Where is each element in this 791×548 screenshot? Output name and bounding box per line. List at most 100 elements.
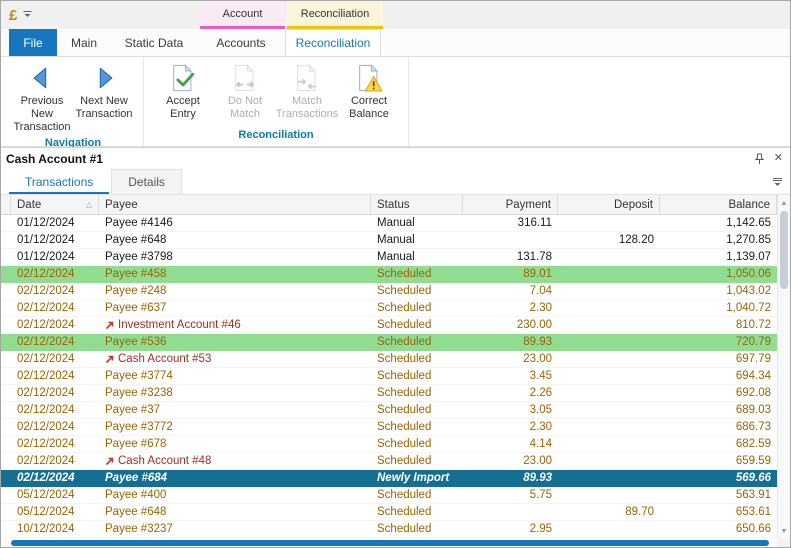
ribbon-button-label: Next New Transaction (75, 95, 133, 121)
cell-payment: 2.95 (529, 523, 552, 535)
horizontal-scrollbar[interactable] (1, 539, 777, 547)
panel-header: Cash Account #1 ✕ (1, 147, 790, 169)
cell-balance: 686.73 (735, 421, 771, 433)
payee-name: Payee #3774 (105, 370, 173, 382)
title-bar: £ Account Reconciliation (1, 1, 790, 29)
cell-payment: 23.00 (523, 353, 552, 365)
cell-deposit (558, 283, 660, 299)
transaction-row[interactable]: 02/12/2024 Payee #458 Scheduled 89.01 1,050.… (1, 266, 777, 283)
cell-deposit (558, 351, 660, 367)
currency-app-icon[interactable]: £ (9, 8, 17, 23)
correct-balance-button[interactable]: Correct Balance (338, 59, 400, 121)
cell-deposit (558, 215, 660, 231)
previous-new-transaction-button[interactable]: Previous New Transaction (11, 59, 73, 135)
accept-entry-button[interactable]: Accept Entry (152, 59, 214, 121)
panel-tab-details[interactable]: Details (111, 169, 182, 194)
payee-name: Payee #648 (105, 506, 167, 518)
transaction-row[interactable]: 02/12/2024 Payee #536 Scheduled 89.93 720.79 (1, 334, 777, 351)
transaction-row[interactable]: 02/12/2024 Payee #684 Newly Import 89.93 569… (1, 470, 777, 487)
cell-payee: Payee #684 (99, 470, 371, 486)
row-indicator (1, 249, 11, 265)
transaction-row[interactable]: 02/12/2024 Payee #3772 Scheduled 2.30 686.73 (1, 419, 777, 436)
qat-dropdown-icon[interactable] (23, 11, 32, 19)
cell-date: 01/12/2024 (17, 251, 75, 263)
transaction-row[interactable]: 01/12/2024 Payee #4146 Manual 316.11 1,142.6… (1, 215, 777, 232)
next-new-transaction-button[interactable]: Next New Transaction (73, 59, 135, 121)
ribbon-button-label: Previous New Transaction (13, 95, 71, 134)
panel-header-icons: ✕ (754, 148, 783, 169)
cell-payee: Payee #3238 (99, 385, 371, 401)
ribbon-tab-accounts[interactable]: Accounts (199, 29, 283, 56)
transaction-row[interactable]: 10/12/2024 Payee #3237 Scheduled 2.95 650.66 (1, 521, 777, 538)
payee-name: Cash Account #48 (118, 455, 212, 467)
transaction-row[interactable]: 01/12/2024 Payee #3798 Manual 131.78 1,139.0… (1, 249, 777, 266)
column-header-payee[interactable]: Payee (99, 195, 371, 214)
ribbon-tab-reconciliation[interactable]: Reconciliation (285, 29, 381, 56)
do-not-match-icon (231, 62, 259, 93)
column-header-date[interactable]: Date △ (11, 195, 99, 214)
column-header-payment[interactable]: Payment (463, 195, 558, 214)
horizontal-scrollbar-thumb[interactable] (11, 540, 769, 546)
transaction-row[interactable]: 01/12/2024 Payee #648 Manual 128.20 1,270.85 (1, 232, 777, 249)
transaction-row[interactable]: 02/12/2024 Cash Account #48 Scheduled 23.00… (1, 453, 777, 470)
transfer-arrow-icon (105, 457, 114, 466)
transaction-row[interactable]: 02/12/2024 Cash Account #53 Scheduled 23.00… (1, 351, 777, 368)
transaction-row[interactable]: 02/12/2024 Investment Account #46 Schedule… (1, 317, 777, 334)
vertical-scrollbar-thumb[interactable] (780, 211, 788, 289)
payee-name: Payee #684 (105, 472, 168, 484)
cell-date: 02/12/2024 (17, 404, 75, 416)
cell-payment: 131.78 (516, 251, 552, 263)
column-header-deposit[interactable]: Deposit (558, 195, 660, 214)
ribbon-tab-strip: File Main Static Data Accounts Reconciliatio… (1, 29, 790, 57)
transaction-row[interactable]: 02/12/2024 Payee #248 Scheduled 7.04 1,043.0… (1, 283, 777, 300)
transaction-row[interactable]: 02/12/2024 Payee #3238 Scheduled 2.26 692.08 (1, 385, 777, 402)
row-indicator-header (1, 195, 11, 214)
column-header-balance[interactable]: Balance (660, 195, 777, 214)
cell-status: Scheduled (377, 455, 432, 467)
payee-name: Cash Account #53 (118, 353, 212, 365)
transaction-row[interactable]: 05/12/2024 Payee #400 Scheduled 5.75 563.91 (1, 487, 777, 504)
cell-deposit (558, 453, 660, 469)
transaction-row[interactable]: 02/12/2024 Payee #637 Scheduled 2.30 1,040.7… (1, 300, 777, 317)
transaction-row[interactable]: 05/12/2024 Payee #648 Scheduled 89.70 653.61 (1, 504, 777, 521)
ribbon-button-label: Correct Balance (349, 95, 389, 121)
ribbon-group-buttons: Previous New Transaction Next New Transac… (11, 59, 135, 135)
row-indicator (1, 232, 11, 248)
cell-status: Scheduled (377, 353, 432, 365)
cell-status: Scheduled (377, 336, 432, 348)
cell-status: Scheduled (377, 506, 432, 518)
tab-list-dropdown-icon[interactable] (772, 177, 783, 187)
cell-deposit (558, 249, 660, 265)
panel-tab-transactions[interactable]: Transactions (9, 170, 110, 194)
row-indicator (1, 504, 11, 520)
transaction-row[interactable]: 02/12/2024 Payee #678 Scheduled 4.14 682.59 (1, 436, 777, 453)
grid-header: Date △ Payee Status Payment Deposit Balance (1, 195, 777, 215)
payee-name: Payee #637 (105, 302, 167, 314)
scroll-down-icon[interactable]: ▼ (778, 525, 790, 537)
ribbon-tab-main[interactable]: Main (59, 29, 109, 56)
cell-date: 02/12/2024 (17, 438, 75, 450)
cell-payee: Payee #3798 (99, 249, 371, 265)
cell-deposit (558, 300, 660, 316)
pin-icon[interactable] (754, 153, 765, 165)
transaction-row[interactable]: 02/12/2024 Payee #37 Scheduled 3.05 689.03 (1, 402, 777, 419)
scroll-up-icon[interactable]: ▲ (778, 197, 790, 209)
ribbon-groups: Previous New Transaction Next New Transac… (1, 57, 790, 149)
close-icon[interactable]: ✕ (774, 153, 783, 164)
cell-deposit (558, 521, 660, 537)
transaction-row[interactable]: 02/12/2024 Payee #3774 Scheduled 3.45 694.34 (1, 368, 777, 385)
ribbon-button-label: Accept Entry (166, 95, 200, 121)
ribbon-tab-static-data[interactable]: Static Data (111, 29, 197, 56)
row-indicator (1, 453, 11, 469)
cell-payment: 230.00 (516, 319, 552, 331)
ribbon-group-navigation: Previous New Transaction Next New Transac… (3, 57, 144, 149)
cell-payee: Payee #400 (99, 487, 371, 503)
row-indicator (1, 368, 11, 384)
column-header-status[interactable]: Status (371, 195, 463, 214)
ribbon-tab-file[interactable]: File (9, 29, 57, 56)
column-label: Balance (728, 198, 770, 211)
payee-name: Payee #37 (105, 404, 160, 416)
scrollbar-corner (777, 539, 790, 547)
vertical-scrollbar[interactable]: ▲ ▼ (777, 195, 790, 539)
cell-balance: 1,270.85 (726, 234, 771, 246)
